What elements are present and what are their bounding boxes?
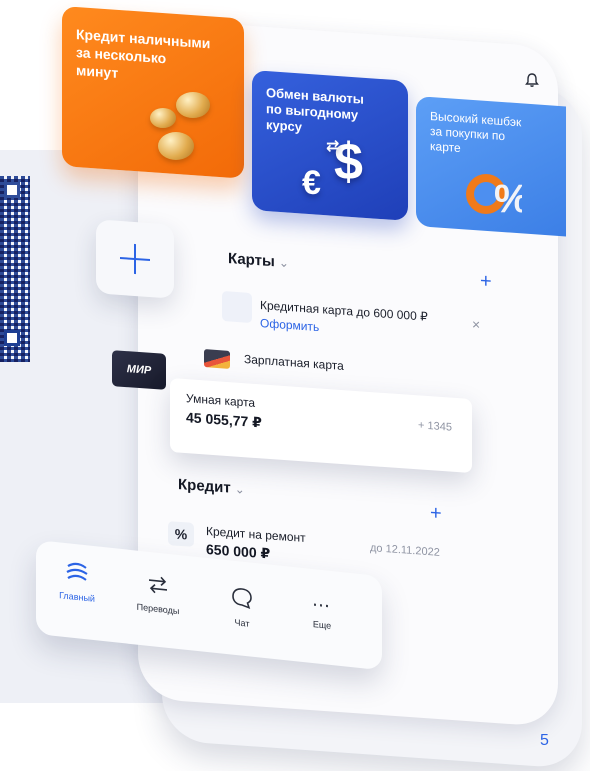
exchange-arrows-icon: ⇄: [326, 138, 340, 155]
transfer-arrows-icon: [149, 576, 167, 594]
close-icon[interactable]: ×: [472, 316, 480, 333]
section-title: Карты: [228, 250, 275, 271]
credit-card-placeholder: [222, 290, 252, 324]
add-button[interactable]: [96, 219, 174, 299]
add-card-plus-icon[interactable]: +: [480, 270, 492, 294]
smart-card-change: + 1345: [418, 419, 452, 434]
coin-icon: [150, 108, 176, 128]
coin-icon: [158, 132, 194, 160]
smart-card-balance: 45 055,77 ₽: [186, 409, 262, 431]
chevron-down-icon: ⌄: [278, 255, 289, 271]
nav-chat[interactable]: Чат: [220, 584, 264, 631]
mir-logo: МИР: [126, 363, 152, 377]
nav-transfers[interactable]: Переводы: [130, 571, 186, 617]
nav-more[interactable]: ⋯ Еще: [300, 594, 344, 633]
nav-home[interactable]: Главный: [52, 559, 102, 604]
section-title: Кредит: [178, 476, 231, 497]
plus-icon: [120, 243, 150, 275]
salary-card-thumbnail: [204, 349, 230, 369]
add-credit-plus-icon[interactable]: +: [430, 502, 442, 526]
promo-cash-credit[interactable]: Кредит наличными за несколько минут: [62, 6, 244, 179]
euro-icon: €: [302, 164, 321, 202]
svg-text:%: %: [494, 177, 522, 218]
page-number: 5: [540, 732, 549, 749]
more-dots-icon: ⋯: [312, 593, 332, 617]
percent-badge-icon: %: [168, 521, 194, 547]
home-logo-icon: [66, 562, 88, 581]
qr-corner-marker: [4, 330, 20, 346]
mir-card-thumbnail: МИР: [112, 350, 166, 390]
coin-icon: [176, 92, 210, 118]
smart-card-title: Умная карта: [186, 391, 256, 410]
chevron-down-icon: ⌄: [234, 481, 245, 497]
chat-bubble-icon: [232, 588, 252, 610]
percent-icon: %: [464, 168, 530, 221]
bell-icon[interactable]: [524, 72, 540, 88]
